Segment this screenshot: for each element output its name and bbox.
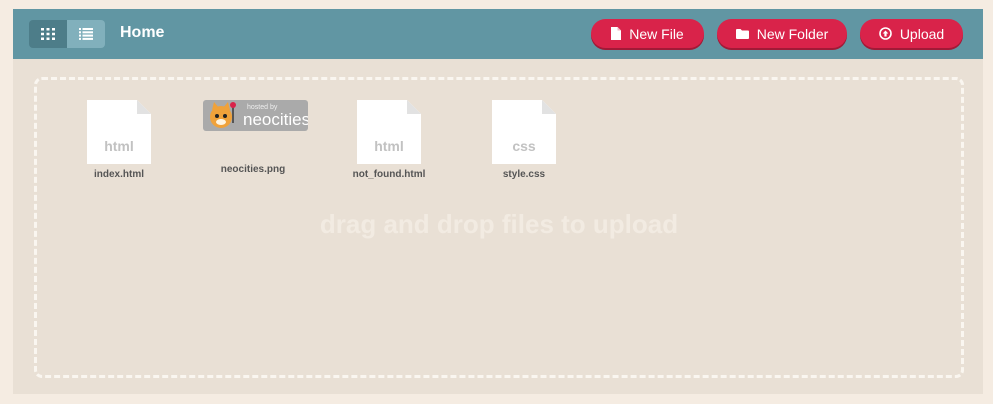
- file-name: style.css: [502, 169, 546, 180]
- file-name: index.html: [93, 169, 144, 180]
- file-item-style-css[interactable]: css style.css: [474, 100, 574, 180]
- folder-icon: [735, 28, 749, 39]
- html-file-icon: html: [357, 100, 421, 164]
- file-icon: [611, 27, 622, 40]
- file-item-index-html[interactable]: html index.html: [69, 100, 169, 180]
- badge-brand-text: neocities: [243, 110, 308, 129]
- list-view-button[interactable]: [67, 20, 105, 48]
- new-file-label: New File: [629, 25, 684, 42]
- file-item-neocities-png[interactable]: hosted by neocities neocities.png: [203, 100, 308, 175]
- file-type-label: html: [104, 138, 134, 154]
- view-toggle: [29, 20, 105, 48]
- file-item-not-found-html[interactable]: html not_found.html: [339, 100, 439, 180]
- new-folder-button[interactable]: New Folder: [717, 19, 847, 48]
- list-icon: [79, 28, 93, 40]
- file-name: not_found.html: [352, 169, 426, 180]
- upload-button[interactable]: Upload: [860, 19, 963, 48]
- grid-icon: [41, 28, 55, 40]
- css-file-icon: css: [492, 100, 556, 164]
- new-file-button[interactable]: New File: [591, 19, 704, 48]
- file-manager-panel: Home New File New Folder Upload html ind…: [13, 9, 983, 394]
- dropzone-hint: drag and drop files to upload: [319, 209, 679, 239]
- toolbar: Home New File New Folder Upload: [13, 9, 983, 59]
- breadcrumb-home[interactable]: Home: [120, 24, 164, 42]
- new-folder-label: New Folder: [756, 25, 829, 42]
- upload-icon: [879, 27, 892, 40]
- file-type-label: css: [512, 138, 536, 154]
- upload-label: Upload: [899, 25, 945, 42]
- grid-view-button[interactable]: [29, 20, 67, 48]
- file-name: neocities.png: [220, 164, 286, 175]
- file-type-label: html: [374, 138, 404, 154]
- cat-mascot-icon: [210, 102, 236, 128]
- neocities-image-thumbnail: hosted by neocities: [203, 100, 308, 131]
- html-file-icon: html: [87, 100, 151, 164]
